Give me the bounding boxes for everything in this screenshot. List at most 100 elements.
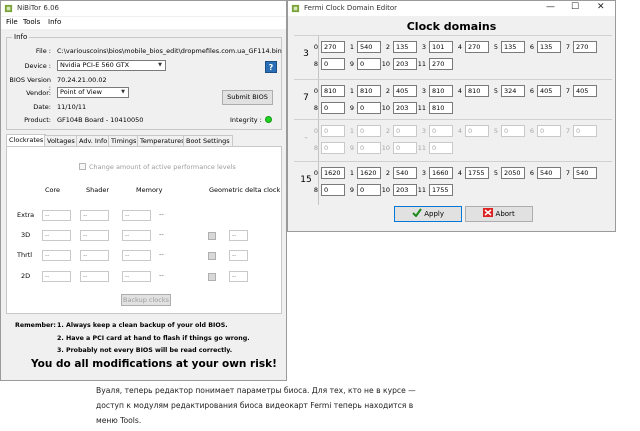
shader-input-3d[interactable]: -- [80, 230, 109, 241]
clock-value-input[interactable]: 270 [429, 58, 453, 70]
apply-label: Apply [424, 210, 444, 218]
clock-value-input[interactable]: 1755 [429, 184, 453, 196]
memory-dash-2d: -- [159, 271, 164, 279]
core-input-2d[interactable]: -- [42, 271, 71, 282]
core-input-3d[interactable]: -- [42, 230, 71, 241]
clock-value-input[interactable]: 0 [321, 102, 345, 114]
domain-index-label: 2 [385, 127, 390, 135]
abort-button[interactable]: Abort [465, 206, 533, 222]
memory-input-extra[interactable]: -- [122, 210, 151, 221]
tab-temperatures[interactable]: Temperatures [137, 135, 188, 146]
help-button[interactable]: ? [265, 61, 277, 73]
shader-input-thrtl[interactable]: -- [80, 250, 109, 261]
clock-value-input[interactable]: 405 [537, 85, 561, 97]
tab-clockrates[interactable]: Clockrates [6, 134, 47, 146]
clock-value-input[interactable]: 135 [393, 41, 417, 53]
clock-value-input[interactable]: 540 [393, 167, 417, 179]
clock-value-input[interactable]: 405 [393, 85, 417, 97]
domain-index-label: 0 [313, 43, 318, 51]
nibitor-titlebar[interactable]: NiBiTor 6.06 [1, 1, 286, 16]
col-core: Core [45, 186, 61, 194]
clock-value-input[interactable]: 1755 [465, 167, 489, 179]
clock-value-input[interactable]: 135 [537, 41, 561, 53]
clock-value-input[interactable]: 101 [429, 41, 453, 53]
domain-index-label: 7 [565, 43, 570, 51]
clock-value-input[interactable]: 1620 [321, 167, 345, 179]
abort-label: Abort [495, 210, 515, 218]
clock-value-input[interactable]: 810 [321, 85, 345, 97]
clock-value-input[interactable]: 1660 [429, 167, 453, 179]
geo-input-thrtl[interactable]: -- [229, 250, 248, 261]
tab-timings[interactable]: Timings [108, 135, 140, 146]
geo-lock-button-3d[interactable] [208, 232, 216, 240]
clock-value-input[interactable]: 203 [393, 102, 417, 114]
clock-value-input[interactable]: 810 [357, 85, 381, 97]
memory-input-thrtl[interactable]: -- [122, 250, 151, 261]
clock-value-input[interactable]: 540 [357, 41, 381, 53]
clock-value-input[interactable]: 270 [465, 41, 489, 53]
domain-index-label: 6 [529, 43, 534, 51]
menubar: File Tools Info [1, 17, 286, 29]
chevron-down-icon: ▼ [121, 89, 125, 95]
core-input-thrtl[interactable]: -- [42, 250, 71, 261]
clock-value-input[interactable]: 0 [357, 58, 381, 70]
clock-domain-row: 7 0 810 1 810 2 405 3 810 4 810 5 324 6 405 7 405 8 0 9 0 10 2… [294, 79, 612, 123]
menu-tools[interactable]: Tools [23, 18, 40, 26]
submit-bios-button[interactable]: Submit BIOS [222, 90, 273, 105]
clock-value-input[interactable]: 0 [357, 102, 381, 114]
geo-lock-button-thrtl[interactable] [208, 252, 216, 260]
domain-index-label: 6 [529, 87, 534, 95]
maximize-icon[interactable]: ☐ [571, 2, 579, 12]
domain-index-label: 5 [493, 87, 498, 95]
clock-value-input[interactable]: 270 [321, 41, 345, 53]
tab-voltages[interactable]: Voltages [44, 135, 78, 146]
clock-domain-row: 15 0 1620 1 1620 2 540 3 1660 4 1755 5 2050 6 540 7 540 8… [294, 161, 612, 205]
domain-index-label: 11 [417, 104, 426, 112]
clock-value-input[interactable]: 810 [429, 85, 453, 97]
clock-value-input[interactable]: 540 [537, 167, 561, 179]
clock-value-input[interactable]: 0 [321, 184, 345, 196]
clock-value-input[interactable]: 810 [465, 85, 489, 97]
fermi-titlebar[interactable]: Fermi Clock Domain Editor — ☐ ✕ [288, 1, 615, 16]
menu-info[interactable]: Info [48, 18, 61, 26]
tab-adv-info[interactable]: Adv. Info [76, 135, 111, 146]
vendor-select[interactable]: Point of View ▼ [57, 87, 129, 98]
geo-input-2d[interactable]: -- [229, 271, 248, 282]
clock-value-input[interactable]: 270 [573, 41, 597, 53]
clock-value-input[interactable]: 2050 [501, 167, 525, 179]
col-memory: Memory [136, 186, 163, 194]
shader-input-extra[interactable]: -- [80, 210, 109, 221]
tab-boot-settings[interactable]: Boot Settings [183, 135, 233, 146]
clock-value-input[interactable]: 324 [501, 85, 525, 97]
device-select[interactable]: Nvidia PCI-E 560 GTX ▼ [57, 60, 166, 71]
clock-value-input[interactable]: 135 [501, 41, 525, 53]
minimize-icon[interactable]: — [546, 2, 555, 12]
domain-index-label: 2 [385, 87, 390, 95]
clockrates-panel: Change amount of active performance leve… [6, 146, 282, 314]
memory-input-3d[interactable]: -- [122, 230, 151, 241]
clock-value-input[interactable]: 1620 [357, 167, 381, 179]
clock-value-input[interactable]: 203 [393, 58, 417, 70]
close-icon[interactable]: ✕ [597, 2, 605, 12]
domain-index-label: 7 [565, 87, 570, 95]
clock-value-input[interactable]: 810 [429, 102, 453, 114]
backup-clocks-button[interactable]: Backup clocks [121, 294, 171, 306]
clock-value-input[interactable]: 405 [573, 85, 597, 97]
clock-value-input[interactable]: 203 [393, 184, 417, 196]
shader-input-2d[interactable]: -- [80, 271, 109, 282]
clock-value-input: 0 [501, 125, 525, 137]
clock-value-input[interactable]: 0 [357, 184, 381, 196]
clock-value-input[interactable]: 0 [321, 58, 345, 70]
clock-domains-heading: Clock domains [406, 20, 497, 33]
domain-index-label: 10 [381, 144, 390, 152]
clock-value-input[interactable]: 540 [573, 167, 597, 179]
geo-lock-button-2d[interactable] [208, 273, 216, 281]
memory-input-2d[interactable]: -- [122, 271, 151, 282]
domain-index-label: 8 [313, 104, 318, 112]
apply-button[interactable]: Apply [394, 206, 462, 222]
row-divider [318, 36, 319, 79]
core-input-extra[interactable]: -- [42, 210, 71, 221]
perf-levels-checkbox[interactable] [79, 163, 86, 170]
geo-input-3d[interactable]: -- [229, 230, 248, 241]
menu-file[interactable]: File [6, 18, 18, 26]
